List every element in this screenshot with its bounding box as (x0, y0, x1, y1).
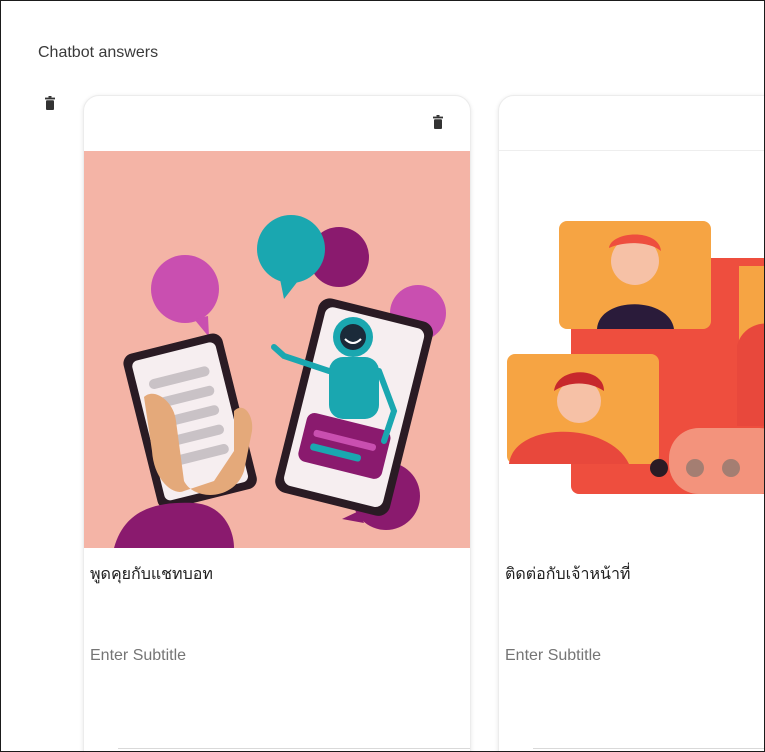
card-subtitle-input[interactable]: Enter Subtitle (90, 647, 186, 665)
card-trash-icon[interactable] (433, 115, 443, 129)
card-divider (533, 748, 764, 749)
answer-card[interactable]: ติดต่อกับเจ้าหน้าที่ Enter Subtitle (498, 95, 764, 751)
chatbot-answers-panel: Chatbot answers พูดคุยกับแชทบอท Enter Su… (0, 0, 765, 752)
card-header-divider (499, 150, 764, 151)
card-title[interactable]: พูดคุยกับแชทบอท (90, 562, 213, 587)
answer-card[interactable]: พูดคุยกับแชทบอท Enter Subtitle (83, 95, 471, 751)
card-subtitle-input[interactable]: Enter Subtitle (505, 647, 601, 665)
video-call-illustration (499, 196, 764, 516)
chatbot-illustration (84, 151, 470, 548)
card-title[interactable]: ติดต่อกับเจ้าหน้าที่ (505, 562, 630, 587)
trash-icon[interactable] (45, 96, 55, 110)
section-title: Chatbot answers (38, 44, 159, 61)
card-divider (118, 748, 470, 749)
